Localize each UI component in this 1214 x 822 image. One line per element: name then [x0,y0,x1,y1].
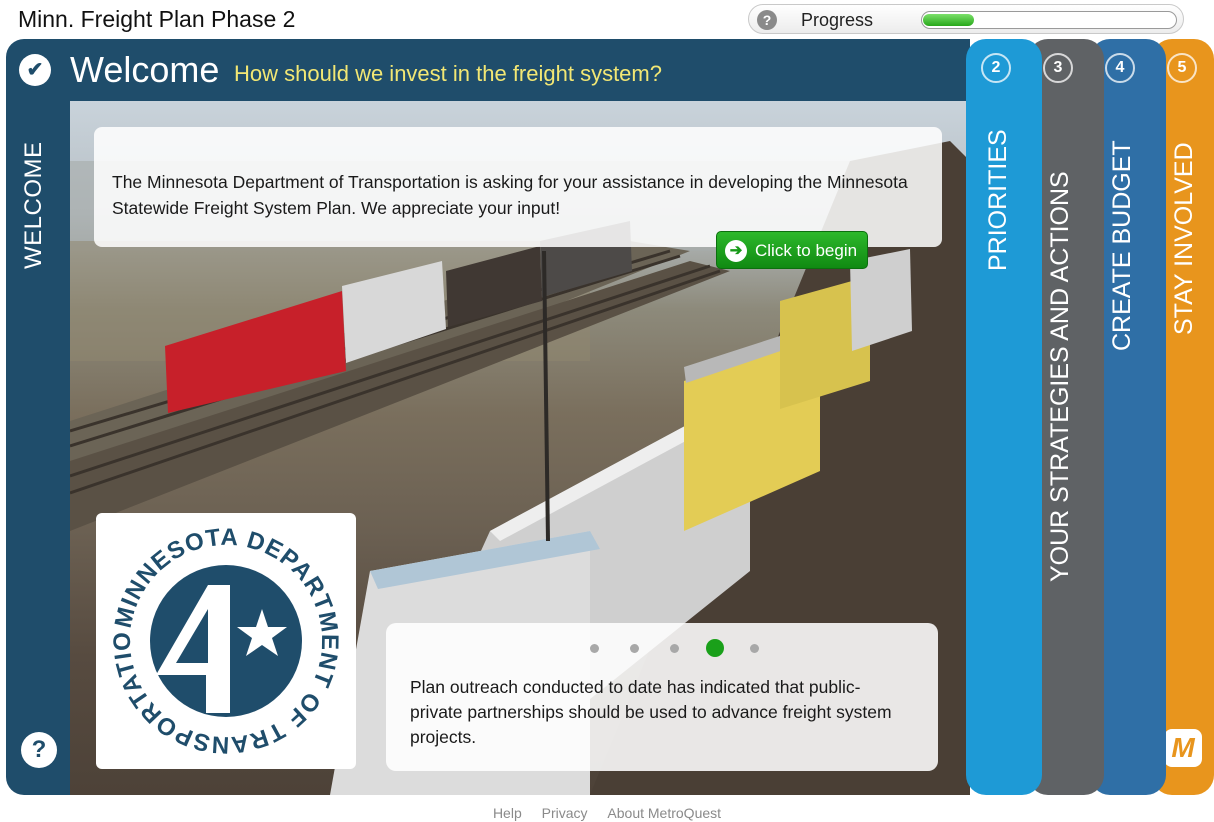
help-icon[interactable]: ? [757,10,777,30]
footer-help-link[interactable]: Help [493,805,522,821]
progress-widget: ? Progress [748,4,1184,34]
tab-priorities[interactable]: 2 PRIORITIES [966,39,1042,795]
carousel-dots [586,639,759,659]
tab-number: 2 [981,53,1011,83]
carousel-dot[interactable] [670,644,679,653]
tab-label: CREATE BUDGET [1108,140,1136,351]
footer-privacy-link[interactable]: Privacy [542,805,588,821]
tab-label: YOUR STRATEGIES AND ACTIONS [1046,171,1074,582]
carousel-dot-active[interactable] [706,639,724,657]
welcome-rail: ✔ WELCOME ? [6,39,70,795]
top-bar: Minn. Freight Plan Phase 2 ? Progress [0,0,1214,38]
carousel-dot[interactable] [630,644,639,653]
footer: Help Privacy About MetroQuest [0,805,1214,821]
intro-card: The Minnesota Department of Transportati… [94,127,942,247]
tab-number: 3 [1043,53,1073,83]
app-title: Minn. Freight Plan Phase 2 [18,6,296,32]
progress-fill [923,14,974,26]
tab-label: STAY INVOLVED [1170,142,1198,335]
carousel-dot[interactable] [750,644,759,653]
help-button[interactable]: ? [21,732,57,768]
mndot-seal-icon: MINNESOTA DEPARTMENT OF TRANSPORTATION [96,513,342,758]
check-icon: ✔ [19,54,51,86]
progress-bar [921,11,1177,29]
tab-number: 5 [1167,53,1197,83]
mndot-logo: MINNESOTA DEPARTMENT OF TRANSPORTATION [96,513,356,769]
arrow-right-icon: ➔ [725,240,747,262]
page-title: Welcome [70,49,220,90]
tab-number: 4 [1105,53,1135,83]
page-header: Welcome How should we invest in the frei… [70,39,970,101]
page-subtitle: How should we invest in the freight syst… [234,61,662,86]
begin-button[interactable]: ➔ Click to begin [716,231,868,269]
carousel-text: Plan outreach conducted to date has indi… [410,677,892,747]
intro-text: The Minnesota Department of Transportati… [112,172,908,218]
hero-photo: The Minnesota Department of Transportati… [70,101,970,795]
info-carousel: Plan outreach conducted to date has indi… [386,623,938,771]
welcome-rail-label: WELCOME [20,141,47,269]
survey-frame: ✔ WELCOME ? Welcome How should we invest… [6,39,1214,795]
tab-label: PRIORITIES [984,129,1012,271]
footer-about-link[interactable]: About MetroQuest [607,805,721,821]
progress-label: Progress [801,10,874,30]
begin-button-label: Click to begin [755,241,858,260]
metroquest-logo-icon: M [1164,729,1202,767]
carousel-dot[interactable] [590,644,599,653]
